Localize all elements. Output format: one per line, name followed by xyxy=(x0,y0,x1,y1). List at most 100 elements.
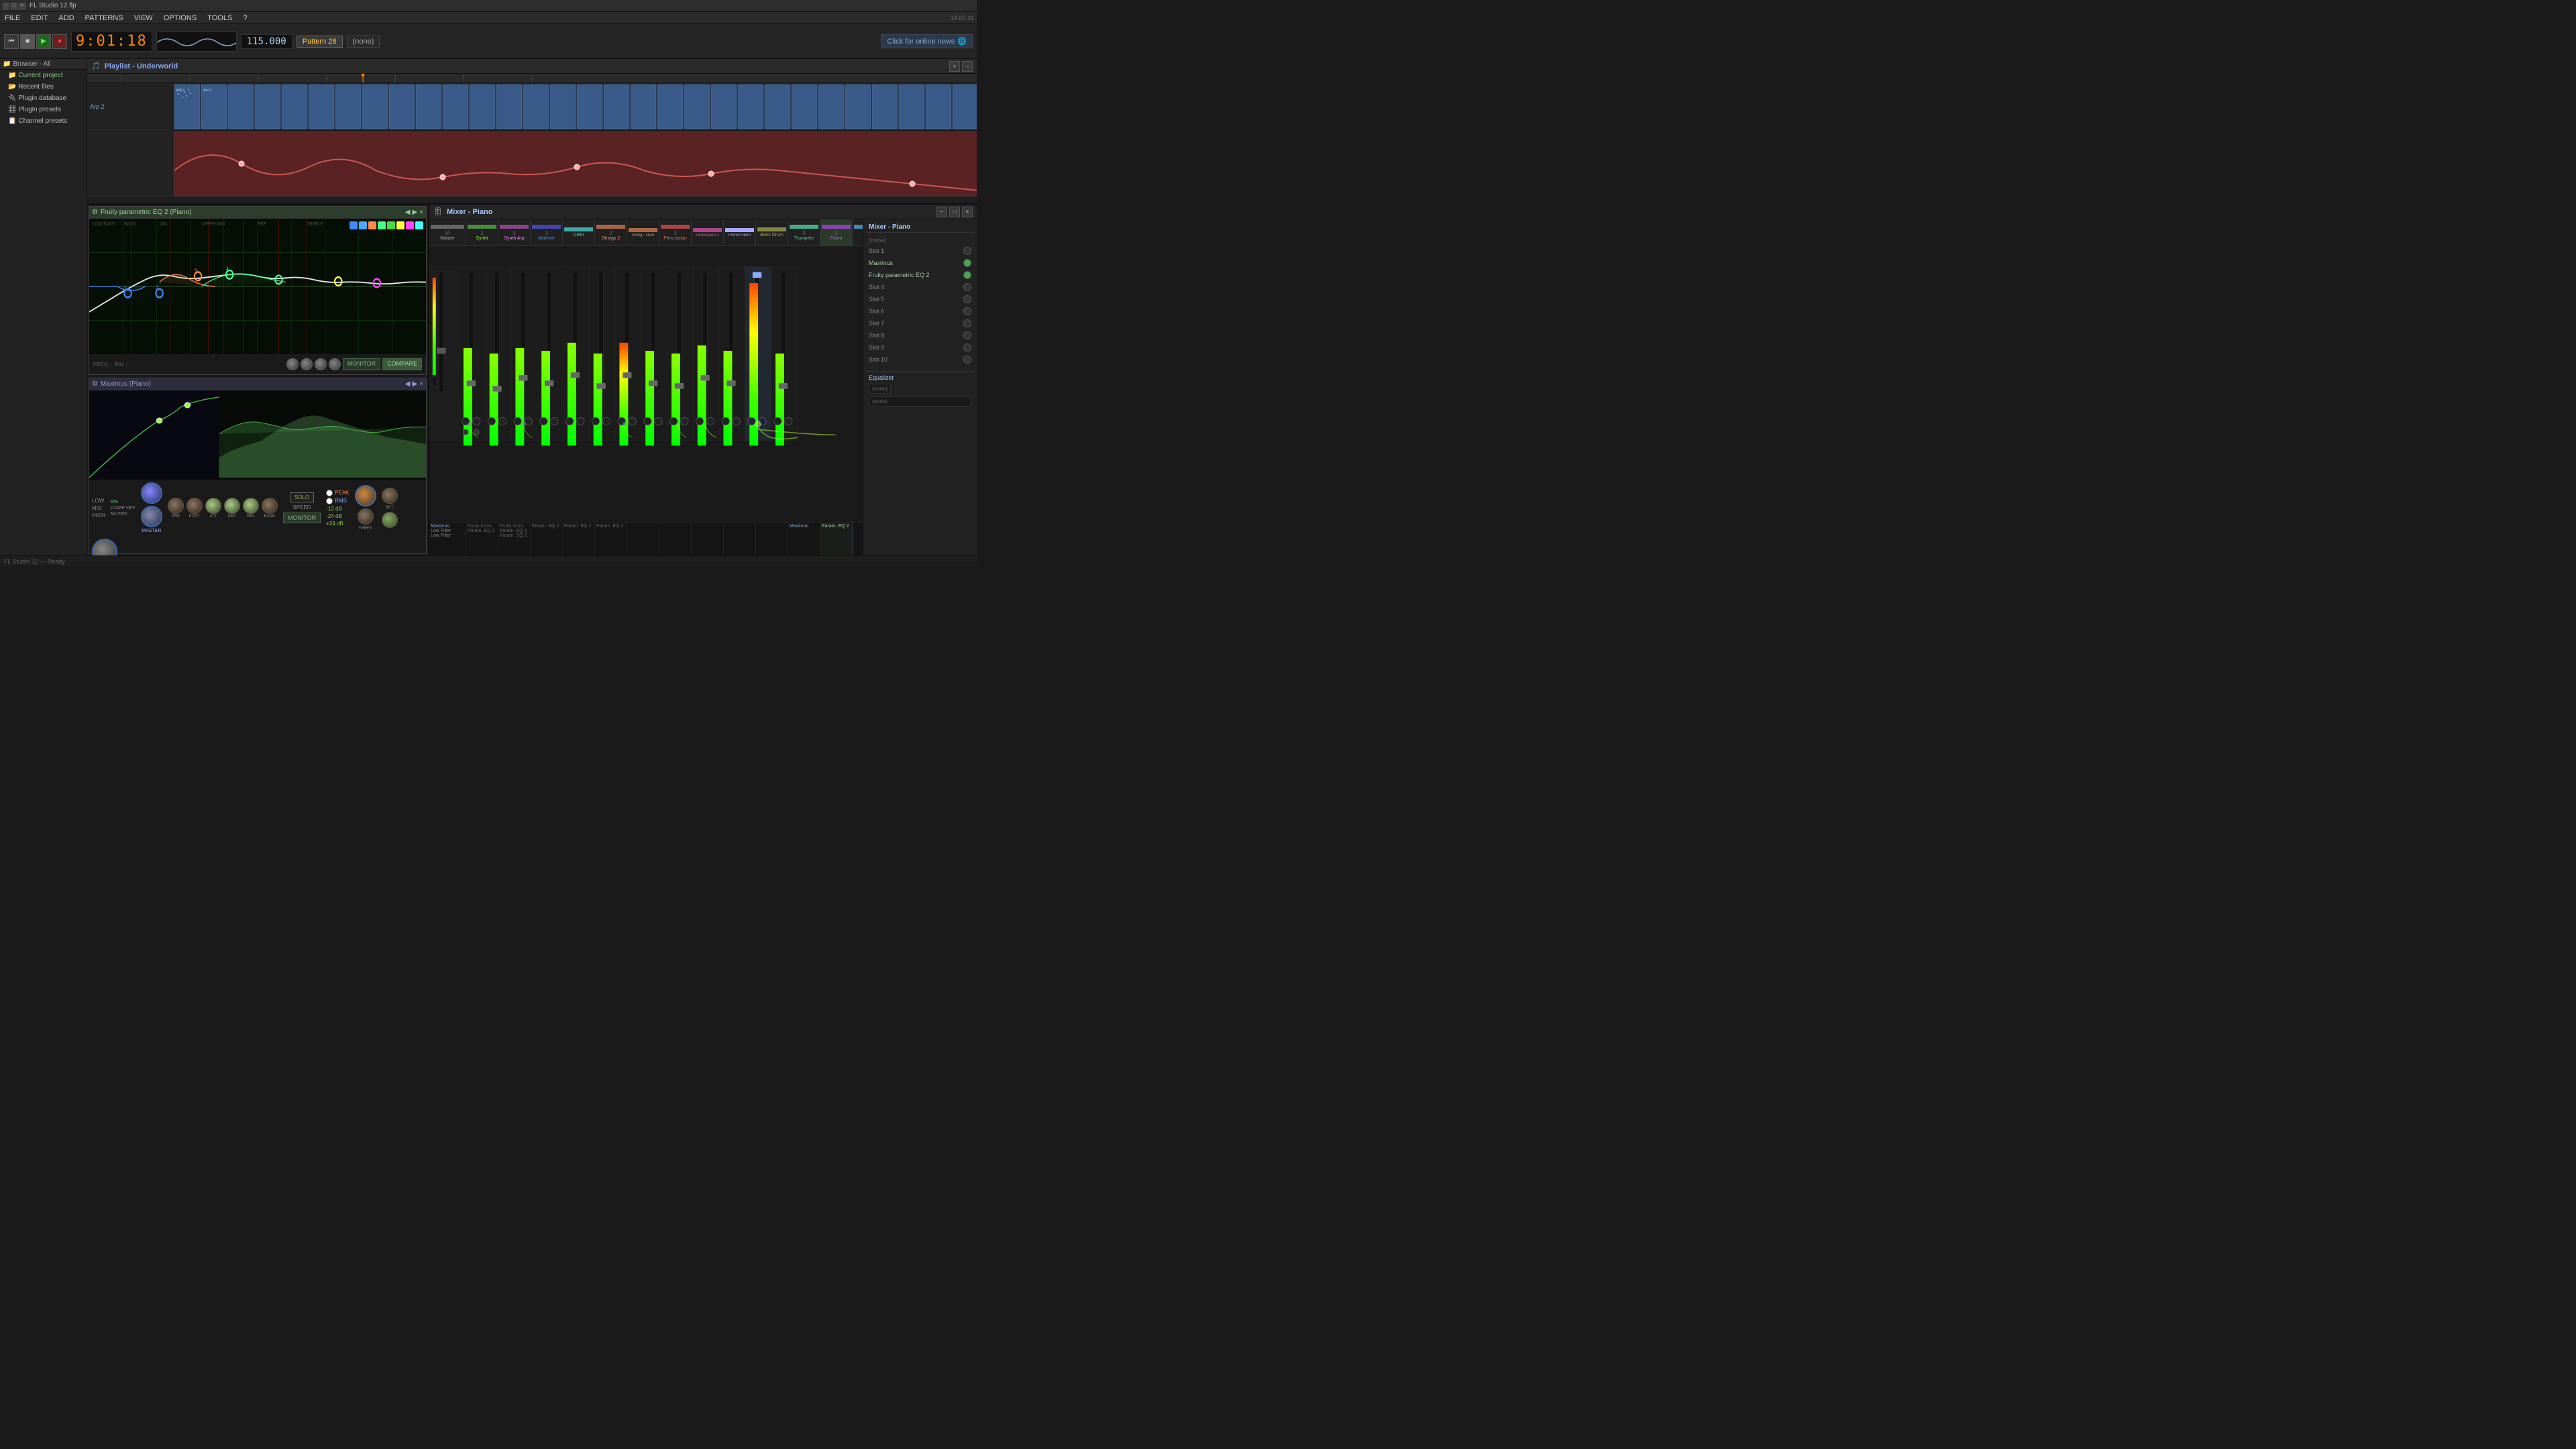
pre-knob[interactable] xyxy=(168,498,184,514)
menu-options[interactable]: OPTIONS xyxy=(162,14,199,22)
eq-compare-btn[interactable]: COMPARE xyxy=(382,358,422,370)
slot-7[interactable]: Slot 7 xyxy=(866,317,974,329)
mixer-max-btn[interactable]: □ xyxy=(949,207,960,217)
browser-plugin-presets[interactable]: 🎛 Plugin presets xyxy=(0,104,87,115)
slot-4-toggle[interactable] xyxy=(963,283,971,291)
channel-header-percussion2[interactable]: Percussion 2 xyxy=(692,219,724,246)
play-btn[interactable]: ▶ xyxy=(36,34,51,49)
rms-radio[interactable] xyxy=(326,498,333,504)
peak-radio[interactable] xyxy=(326,490,333,496)
eq-band6-btn[interactable] xyxy=(396,221,405,229)
slot-1-toggle[interactable] xyxy=(963,247,971,255)
eq-knob-1[interactable] xyxy=(286,358,299,370)
maximus-monitor-btn[interactable]: MONITOR xyxy=(283,513,321,523)
channel-header-synth[interactable]: 2 Synth xyxy=(466,219,498,246)
slot-maximus[interactable]: Maximus xyxy=(866,257,974,269)
browser-channel-presets[interactable]: 📋 Channel presets xyxy=(0,115,87,127)
eq-next-btn[interactable]: ▶ xyxy=(412,209,417,216)
rel-knob[interactable] xyxy=(243,498,259,514)
maximus-next-btn[interactable]: ▶ xyxy=(412,380,417,388)
channel-header-master[interactable]: M Master xyxy=(429,219,466,246)
menu-file[interactable]: FILE xyxy=(3,14,22,22)
slot-eq[interactable]: Fruity parametric EQ 2 xyxy=(866,269,974,281)
record-btn[interactable]: ● xyxy=(52,34,67,49)
slot-10-toggle[interactable] xyxy=(963,356,971,364)
slot-6-toggle[interactable] xyxy=(963,307,971,315)
mixer-close-btn[interactable]: × xyxy=(962,207,973,217)
playlist-zoom-out[interactable]: − xyxy=(962,61,973,72)
channel-header-cello[interactable]: Cello xyxy=(563,219,595,246)
eq-settings-icon[interactable]: ⚙ xyxy=(92,209,98,216)
menu-patterns[interactable]: PATTERNS xyxy=(83,14,125,22)
menu-edit[interactable]: EDIT xyxy=(29,14,50,22)
channel-header-piano[interactable]: 3 Piano xyxy=(820,219,853,246)
threshold-knob[interactable] xyxy=(355,485,376,506)
eq-slot-none-2[interactable]: (none) xyxy=(869,396,971,407)
dec-knob[interactable] xyxy=(224,498,240,514)
eq-close-btn[interactable]: × xyxy=(419,209,423,216)
maximize-btn[interactable]: □ xyxy=(11,3,17,9)
slot-6[interactable]: Slot 6 xyxy=(866,305,974,317)
slot-5-toggle[interactable] xyxy=(963,295,971,303)
playlist-zoom-in[interactable]: + xyxy=(949,61,960,72)
eq-monitor-btn[interactable]: MONITOR xyxy=(343,358,380,370)
channel-header-percussion[interactable]: 3 Percussion xyxy=(659,219,692,246)
slot-7-toggle[interactable] xyxy=(963,319,971,327)
eq-knob-2[interactable] xyxy=(301,358,313,370)
minimize-btn[interactable]: − xyxy=(3,3,9,9)
att-knob[interactable] xyxy=(205,498,221,514)
master-knob-2[interactable] xyxy=(141,506,162,527)
eq-knob-4[interactable] xyxy=(329,358,341,370)
channel-header-brass[interactable]: 3 Brass xyxy=(853,219,863,246)
slot-maximus-toggle[interactable] xyxy=(963,259,971,267)
eq-prev-btn[interactable]: ◀ xyxy=(405,209,411,216)
maximus-close-btn[interactable]: × xyxy=(419,380,423,388)
menu-tools[interactable]: TOOLS xyxy=(205,14,234,22)
maximus-settings-icon[interactable]: ⚙ xyxy=(92,380,98,388)
band-knob[interactable] xyxy=(262,498,278,514)
master-knob[interactable] xyxy=(141,482,162,504)
pattern-selector[interactable]: Pattern 28 xyxy=(297,36,343,48)
skt-knob[interactable] xyxy=(382,488,398,504)
eq-band7-btn[interactable] xyxy=(406,221,414,229)
extra-knob-2[interactable] xyxy=(382,512,398,528)
news-button[interactable]: Click for online news 🌐 xyxy=(881,34,973,48)
channel-header-additive[interactable]: 3 Additive xyxy=(531,219,563,246)
eq-slot-none-1[interactable]: (none) xyxy=(869,384,891,394)
eq-band4-btn[interactable] xyxy=(378,221,386,229)
browser-recent-files[interactable]: 📂 Recent files xyxy=(0,81,87,93)
slot-5[interactable]: Slot 5 xyxy=(866,293,974,305)
menu-help[interactable]: ? xyxy=(241,14,249,22)
bpm-display[interactable]: 115.000 xyxy=(241,34,292,49)
mixer-min-btn[interactable]: − xyxy=(936,207,947,217)
eq-band5-btn[interactable] xyxy=(387,221,395,229)
solo-btn[interactable]: SOLO xyxy=(290,492,314,502)
maximus-prev-btn[interactable]: ◀ xyxy=(405,380,411,388)
channel-header-bass-drum[interactable]: Bass Drum xyxy=(756,219,788,246)
eq-display[interactable]: 1 2 3 4 LOW BASS BASS xyxy=(89,219,426,354)
eq-band8-btn[interactable] xyxy=(415,221,423,229)
post-knob[interactable] xyxy=(186,498,203,514)
close-btn[interactable]: × xyxy=(19,3,25,9)
slot-9[interactable]: Slot 9 xyxy=(866,341,974,354)
window-controls[interactable]: − □ × xyxy=(3,3,25,9)
eq-band2-btn[interactable] xyxy=(359,221,367,229)
channel-header-french-horn[interactable]: French Horn xyxy=(724,219,756,246)
channel-header-strings2[interactable]: 2 Strings 2 xyxy=(595,219,627,246)
stop-btn[interactable]: ■ xyxy=(20,34,35,49)
slot-eq-toggle[interactable] xyxy=(963,271,971,279)
rewind-btn[interactable]: ⏮ xyxy=(4,34,19,49)
browser-current-project[interactable]: 📁 Current project xyxy=(0,70,87,81)
eq-band3-btn[interactable] xyxy=(368,221,376,229)
slot-9-toggle[interactable] xyxy=(963,343,971,352)
slot-4[interactable]: Slot 4 xyxy=(866,281,974,293)
slot-1[interactable]: Slot 1 xyxy=(866,245,974,257)
slot-8[interactable]: Slot 8 xyxy=(866,329,974,341)
browser-plugin-database[interactable]: 🔌 Plugin database xyxy=(0,93,87,104)
threshold-knob-2[interactable] xyxy=(358,508,374,525)
channel-header-strings[interactable]: String...ction xyxy=(627,219,659,246)
slot-10[interactable]: Slot 10 xyxy=(866,354,974,366)
channel-header-synth-arp[interactable]: 3 Synth Arp xyxy=(498,219,531,246)
eq-band1-btn[interactable] xyxy=(350,221,358,229)
menu-add[interactable]: ADD xyxy=(56,14,76,22)
